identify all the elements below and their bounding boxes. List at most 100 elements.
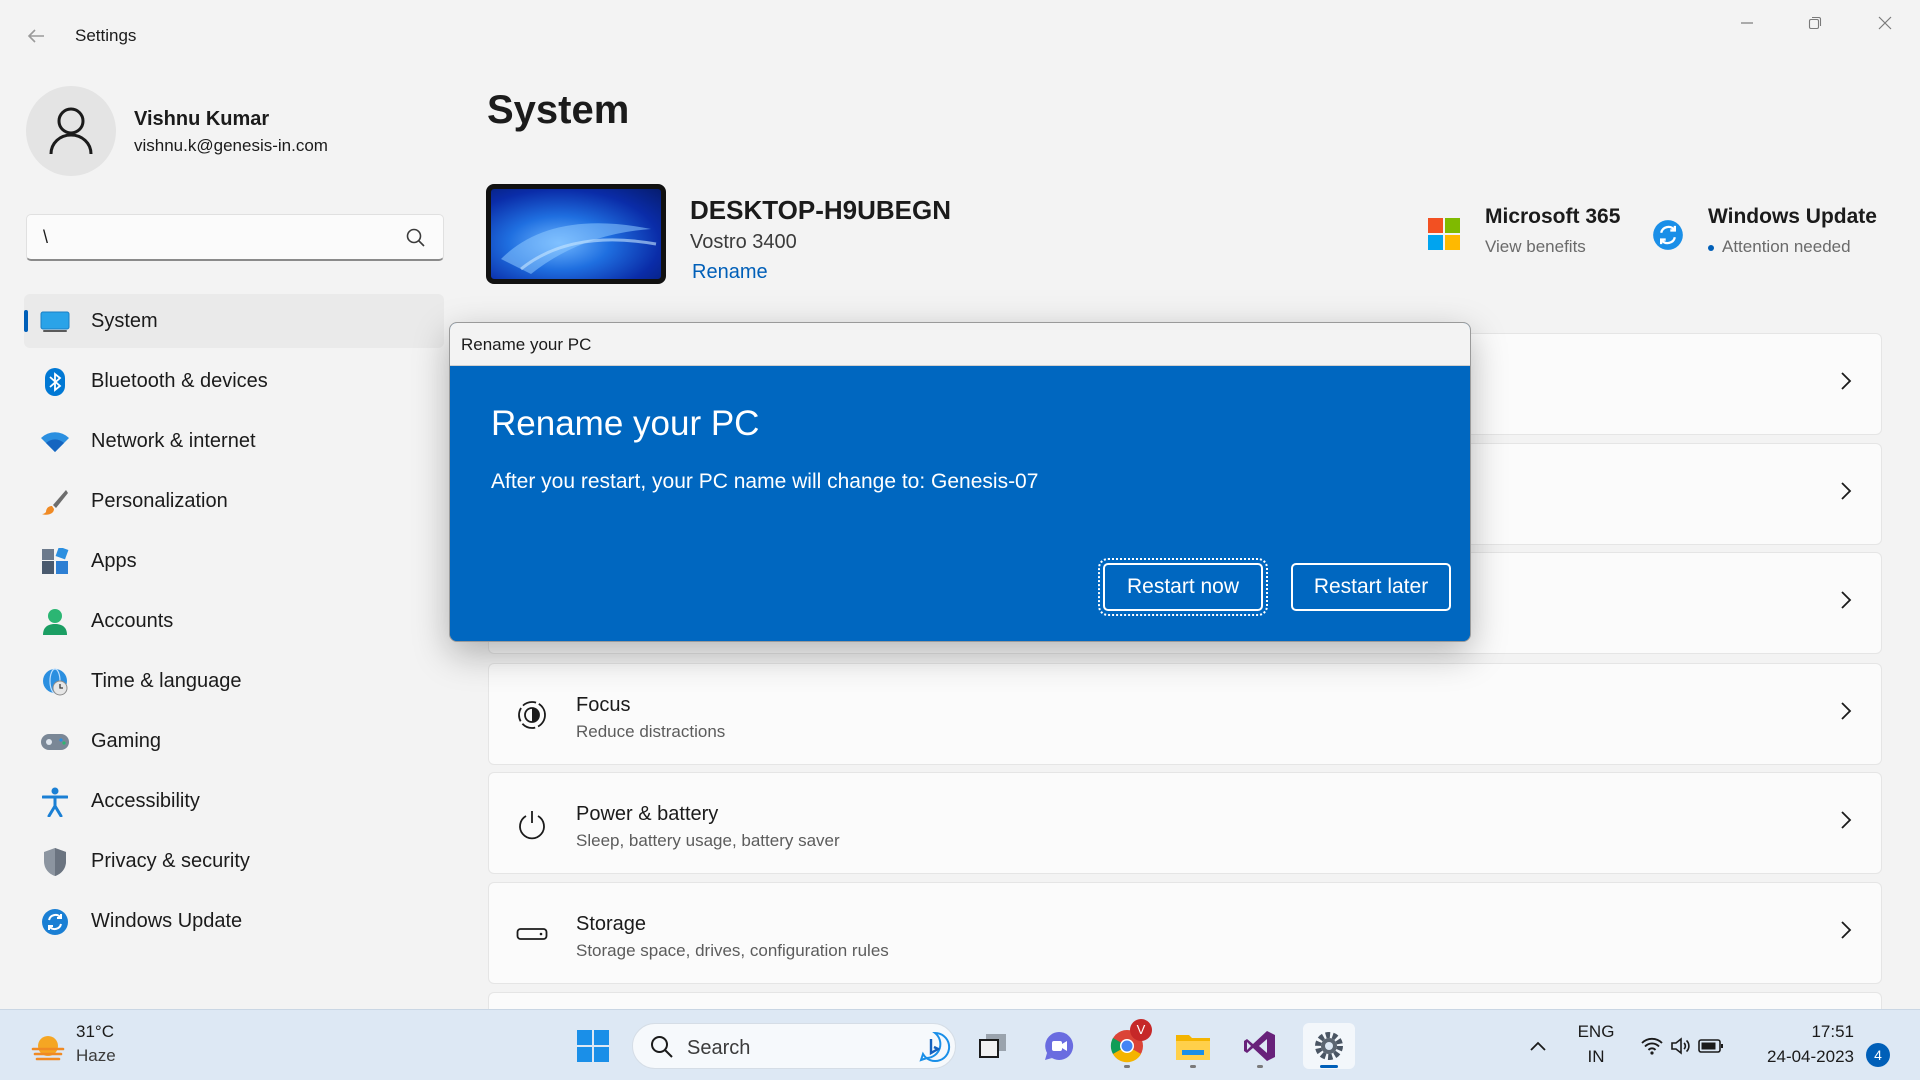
dialog-body: Rename your PC After you restart, your P… [450,366,1470,641]
update-icon [1653,220,1683,250]
show-hidden-icons-button[interactable] [1515,1023,1561,1069]
promo-subtitle: Attention needed [1708,237,1877,257]
sidebar-item-label: Accessibility [91,790,200,812]
taskbar-search-box[interactable]: Search [632,1023,956,1069]
sidebar-item-label: Bluetooth & devices [91,370,268,392]
profile-email: vishnu.k@genesis-in.com [134,136,328,155]
title-bar: Settings [0,0,1920,72]
minimize-icon [1741,22,1753,24]
rename-link[interactable]: Rename [692,261,768,284]
visual-studio-icon [1244,1031,1275,1061]
sidebar-item-apps[interactable]: Apps [24,534,444,588]
chrome-button[interactable]: V [1104,1019,1152,1069]
promo-title: Windows Update [1708,205,1877,228]
power-icon [515,807,549,841]
card-subtitle: Reduce distractions [576,722,726,741]
sidebar-item-label: Personalization [91,490,228,512]
sidebar-item-windows-update[interactable]: Windows Update [24,894,444,948]
sidebar-item-time-language[interactable]: Time & language [24,654,444,708]
chevron-right-icon [1839,919,1853,948]
settings-app-button[interactable] [1303,1023,1355,1069]
search-value: \ [43,227,49,247]
settings-card-power-battery[interactable]: Power & battery Sleep, battery usage, ba… [488,772,1882,874]
back-arrow-icon [27,29,44,43]
file-explorer-icon [1176,1035,1210,1060]
card-subtitle: Sleep, battery usage, battery saver [576,831,840,850]
sidebar-item-bluetooth[interactable]: Bluetooth & devices [24,354,444,408]
restart-later-button[interactable]: Restart later [1291,563,1451,611]
notification-count-badge[interactable]: 4 [1866,1043,1890,1067]
close-icon [1878,16,1892,30]
restart-now-button[interactable]: Restart now [1098,558,1268,616]
apps-icon [40,547,70,577]
sidebar-item-personalization[interactable]: Personalization [24,474,444,528]
running-indicator [1257,1065,1263,1068]
sidebar-item-system[interactable]: System [24,294,444,348]
avatar [26,86,116,176]
profile-name: Vishnu Kumar [134,108,270,130]
sidebar-item-accessibility[interactable]: Accessibility [24,774,444,828]
visual-studio-button[interactable] [1237,1023,1283,1069]
haze-sun-icon [31,1036,65,1061]
settings-card-focus[interactable]: Focus Reduce distractions [488,663,1882,765]
sidebar-item-privacy-security[interactable]: Privacy & security [24,834,444,888]
minimize-button[interactable] [1724,8,1770,40]
windows-start-icon [577,1030,609,1062]
paintbrush-icon [40,487,70,517]
speaker-icon [1671,1037,1690,1055]
bing-icon[interactable] [919,1031,951,1063]
promo-subtitle: View benefits [1485,237,1586,256]
sidebar-item-label: Privacy & security [91,850,250,872]
sidebar-item-network[interactable]: Network & internet [24,414,444,468]
file-explorer-button[interactable] [1170,1023,1216,1069]
dialog-message: After you restart, your PC name will cha… [491,470,1039,493]
language-code: ENG [1577,1022,1615,1041]
back-button[interactable] [20,20,52,52]
chevron-right-icon [1839,809,1853,838]
chevron-right-icon [1839,700,1853,729]
settings-card-storage[interactable]: Storage Storage space, drives, configura… [488,882,1882,984]
restore-button[interactable] [1792,8,1838,40]
windows-update-promo[interactable]: Windows Update Attention needed [1652,205,1877,257]
start-button[interactable] [570,1023,616,1069]
search-icon[interactable] [405,227,427,249]
settings-search-input[interactable]: \ [26,214,444,261]
teams-chat-button[interactable] [1036,1023,1082,1069]
quick-settings-button[interactable] [1634,1024,1724,1068]
update-icon [40,907,70,937]
search-icon [651,1036,673,1058]
focus-icon [515,698,549,732]
card-title: Focus [576,694,631,716]
system-display-icon [40,307,70,337]
user-profile[interactable]: Vishnu Kumar vishnu.k@genesis-in.com [26,86,446,178]
sidebar-item-label: Accounts [91,610,174,632]
sidebar-item-label: Windows Update [91,910,243,932]
task-view-button[interactable] [970,1023,1016,1069]
sidebar-item-label: Gaming [91,730,162,752]
active-indicator [1320,1065,1338,1068]
dialog-heading: Rename your PC [491,404,760,443]
dialog-title-bar: Rename your PC [450,323,1470,366]
sidebar-item-accounts[interactable]: Accounts [24,594,444,648]
restore-icon [1808,16,1822,30]
shield-icon [40,847,70,877]
wifi-icon [1641,1037,1663,1055]
card-subtitle: Storage space, drives, configuration rul… [576,941,889,960]
card-title: Storage [576,913,647,935]
status-dot [1708,244,1714,251]
microsoft-logo-icon [1428,218,1460,250]
chevron-right-icon [1839,589,1853,618]
running-indicator [1190,1065,1196,1068]
taskbar-search-label: Search [687,1037,751,1059]
sidebar-item-gaming[interactable]: Gaming [24,714,444,768]
device-name: DESKTOP-H9UBEGN [690,195,952,225]
rename-pc-dialog: Rename your PC Rename your PC After you … [449,322,1471,642]
close-button[interactable] [1862,8,1908,40]
microsoft-365-promo[interactable]: Microsoft 365 View benefits [1428,205,1620,257]
sidebar-item-label: Network & internet [91,430,256,452]
bluetooth-icon [40,367,70,397]
task-view-icon [979,1034,1006,1058]
chevron-up-icon [1530,1041,1546,1051]
promo-subtitle-text: Attention needed [1722,237,1851,256]
dialog-window-title: Rename your PC [461,335,592,354]
